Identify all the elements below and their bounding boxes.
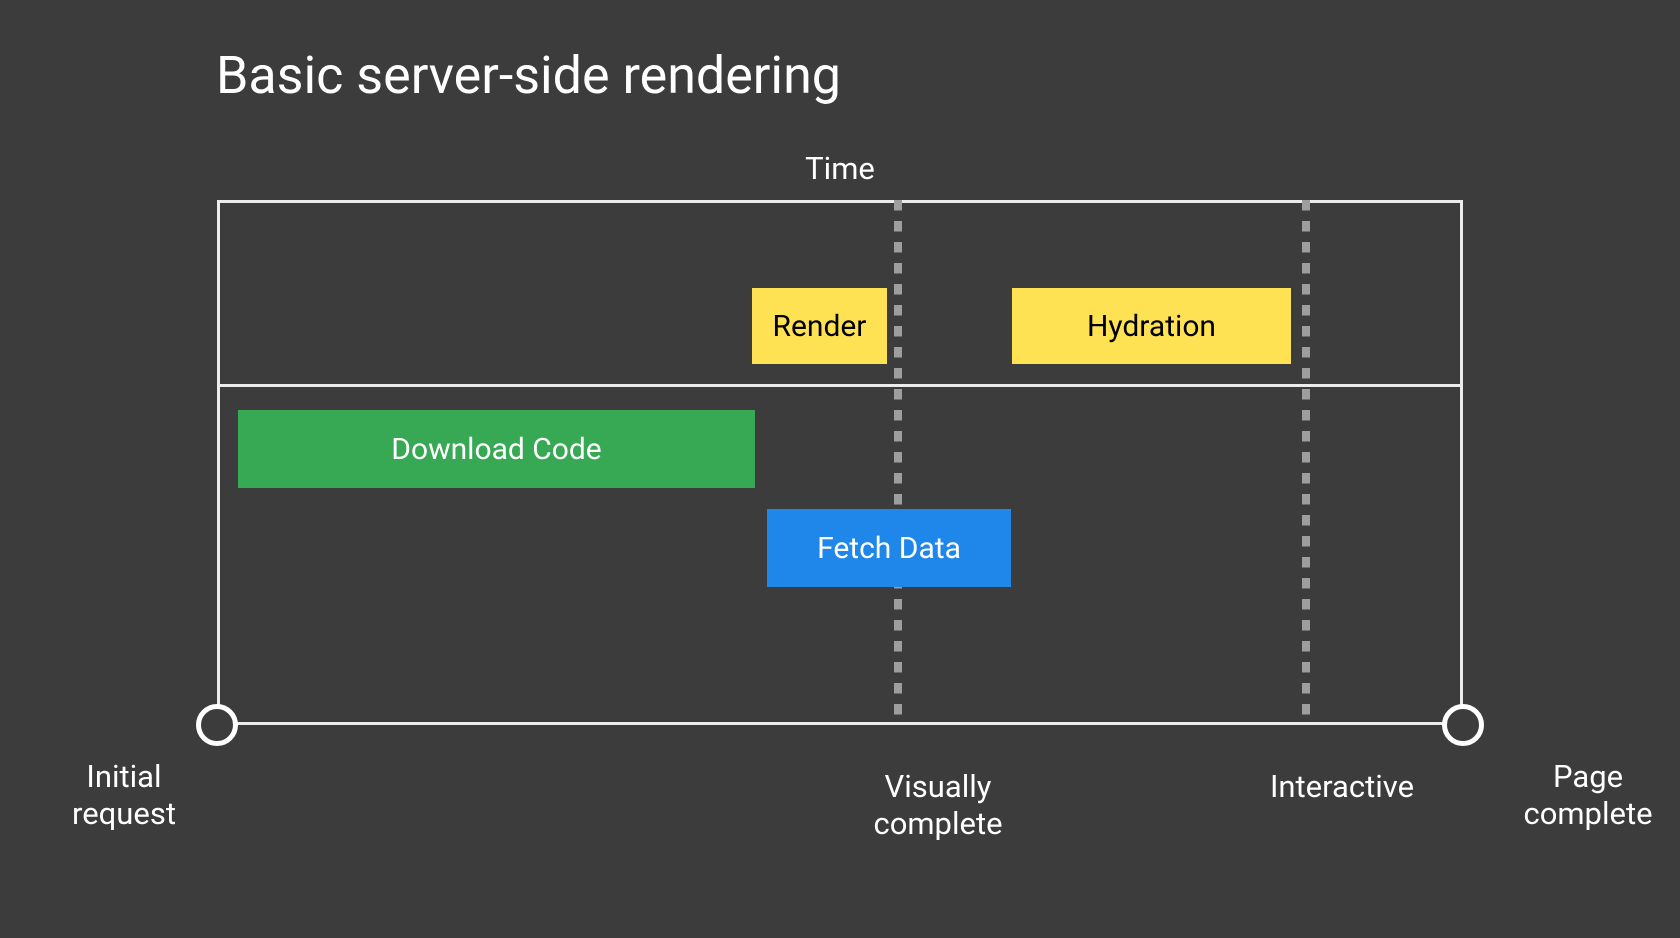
label-initial-request: Initial request [44, 758, 204, 832]
marker-start-circle [196, 704, 238, 746]
milestone-line-interactive [1302, 200, 1310, 725]
label-visually-complete: Visually complete [858, 768, 1018, 842]
marker-end-circle [1442, 704, 1484, 746]
timeline-chart: Render Hydration Download Code Fetch Dat… [217, 200, 1463, 725]
bar-render: Render [752, 288, 887, 364]
label-page-complete: Page complete [1508, 758, 1668, 832]
bar-download-code: Download Code [238, 410, 755, 488]
milestone-line-visually-complete [894, 200, 902, 725]
lane-divider [217, 384, 1463, 387]
time-axis-label: Time [217, 150, 1463, 187]
bar-hydration: Hydration [1012, 288, 1291, 364]
diagram-title: Basic server-side rendering [216, 45, 841, 106]
label-interactive: Interactive [1262, 768, 1422, 805]
bar-fetch-data: Fetch Data [767, 509, 1011, 587]
